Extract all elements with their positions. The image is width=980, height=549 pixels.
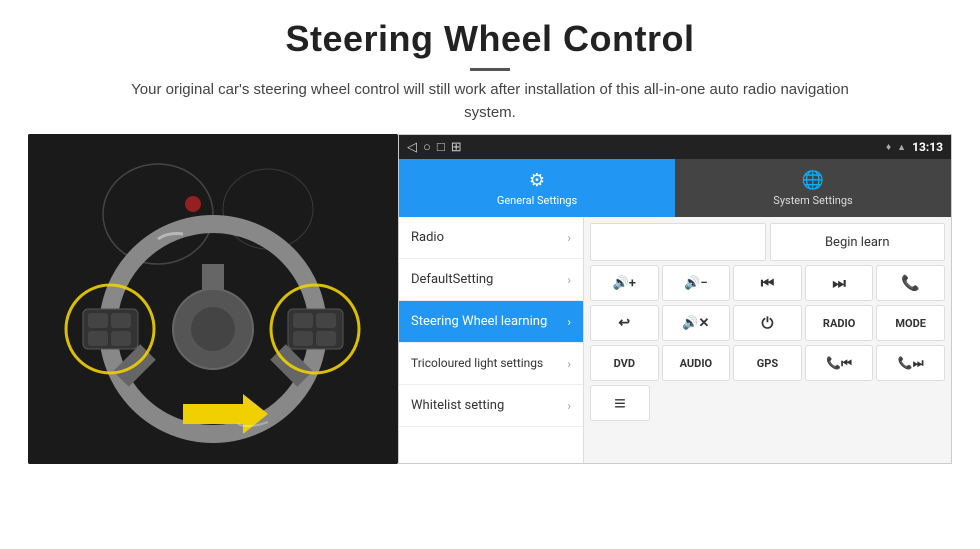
radio-button[interactable]: RADIO bbox=[805, 305, 874, 341]
signal-icon: ▲ bbox=[897, 142, 906, 153]
gps-label: GPS bbox=[757, 357, 778, 370]
prev-track-icon: ⏮ bbox=[761, 274, 775, 292]
nav-icons: ◁ ○ □ ⊞ bbox=[407, 139, 462, 155]
power-icon: ⏻ bbox=[762, 314, 774, 332]
page-title: Steering Wheel Control bbox=[40, 18, 940, 60]
gps-button[interactable]: GPS bbox=[733, 345, 802, 381]
menu-default-label: DefaultSetting bbox=[411, 272, 493, 287]
mute-button[interactable]: 🔊✕ bbox=[662, 305, 731, 341]
prev-track-button[interactable]: ⏮ bbox=[733, 265, 802, 301]
tab-bar: ⚙ General Settings 🌐 System Settings bbox=[399, 159, 951, 217]
vol-down-icon: 🔊− bbox=[684, 276, 707, 291]
phone-prev-icon: 📞⏮ bbox=[826, 356, 852, 371]
steering-wheel-svg bbox=[28, 134, 398, 464]
power-button[interactable]: ⏻ bbox=[733, 305, 802, 341]
tab-general[interactable]: ⚙ General Settings bbox=[399, 159, 675, 217]
right-controls: Begin learn 🔊+ 🔊− ⏮ bbox=[584, 217, 951, 463]
subtitle: Your original car's steering wheel contr… bbox=[130, 79, 850, 124]
begin-learn-button[interactable]: Begin learn bbox=[770, 223, 946, 261]
menu-radio-label: Radio bbox=[411, 230, 444, 245]
tab-system-label: System Settings bbox=[773, 194, 852, 207]
menu-item-default[interactable]: DefaultSetting › bbox=[399, 259, 583, 301]
nav-back-icon[interactable]: ◁ bbox=[407, 140, 417, 155]
mode-button[interactable]: MODE bbox=[876, 305, 945, 341]
radio-label: RADIO bbox=[823, 317, 855, 330]
content-section: ◁ ○ □ ⊞ ♦ ▲ 13:13 ⚙ General Settings bbox=[0, 134, 980, 549]
nav-menu-icon[interactable]: ⊞ bbox=[451, 140, 462, 155]
dvd-label: DVD bbox=[614, 357, 635, 370]
gps-icon: ♦ bbox=[886, 142, 891, 153]
audio-label: AUDIO bbox=[680, 357, 713, 370]
menu-item-whitelist[interactable]: Whitelist setting › bbox=[399, 385, 583, 427]
call-end-button[interactable]: ↩ bbox=[590, 305, 659, 341]
left-menu: Radio › DefaultSetting › Steering Wheel … bbox=[399, 217, 584, 463]
phone-next-button[interactable]: 📞⏭ bbox=[876, 345, 945, 381]
car-image-container bbox=[28, 134, 398, 464]
android-panel: ◁ ○ □ ⊞ ♦ ▲ 13:13 ⚙ General Settings bbox=[398, 134, 952, 464]
list-button[interactable]: ≡ bbox=[590, 385, 650, 421]
phone-next-icon: 📞⏭ bbox=[898, 356, 924, 371]
empty-input-box bbox=[590, 223, 766, 261]
media-controls-row4: ≡ bbox=[590, 385, 945, 421]
menu-steering-label: Steering Wheel learning bbox=[411, 314, 547, 329]
car-image bbox=[28, 134, 398, 464]
nav-recent-icon[interactable]: □ bbox=[437, 139, 445, 155]
menu-tricoloured-label: Tricoloured light settings bbox=[411, 356, 543, 370]
system-settings-icon: 🌐 bbox=[802, 170, 824, 191]
clock: 13:13 bbox=[912, 140, 943, 154]
media-controls-row2: ↩ 🔊✕ ⏻ RADIO MODE bbox=[590, 305, 945, 341]
chevron-icon: › bbox=[567, 399, 571, 413]
audio-button[interactable]: AUDIO bbox=[662, 345, 731, 381]
general-settings-icon: ⚙ bbox=[529, 170, 545, 191]
menu-whitelist-label: Whitelist setting bbox=[411, 398, 504, 413]
vol-down-button[interactable]: 🔊− bbox=[662, 265, 731, 301]
title-divider bbox=[470, 68, 510, 71]
chevron-icon: › bbox=[567, 357, 571, 371]
next-track-button[interactable]: ⏭ bbox=[805, 265, 874, 301]
menu-item-radio[interactable]: Radio › bbox=[399, 217, 583, 259]
main-content: Radio › DefaultSetting › Steering Wheel … bbox=[399, 217, 951, 463]
menu-item-steering[interactable]: Steering Wheel learning › bbox=[399, 301, 583, 343]
chevron-icon: › bbox=[567, 273, 571, 287]
tab-system[interactable]: 🌐 System Settings bbox=[675, 159, 951, 217]
media-controls-row3: DVD AUDIO GPS 📞⏮ 📞⏭ bbox=[590, 345, 945, 381]
status-bar: ◁ ○ □ ⊞ ♦ ▲ 13:13 bbox=[399, 135, 951, 159]
media-controls-row1: 🔊+ 🔊− ⏮ ⏭ 📞 bbox=[590, 265, 945, 301]
next-track-icon: ⏭ bbox=[832, 274, 846, 292]
chevron-icon: › bbox=[567, 315, 571, 329]
mute-icon: 🔊✕ bbox=[682, 316, 709, 331]
list-icon: ≡ bbox=[614, 391, 626, 416]
vol-up-icon: 🔊+ bbox=[613, 276, 636, 291]
chevron-icon: › bbox=[567, 231, 571, 245]
mode-label: MODE bbox=[895, 317, 926, 330]
menu-item-tricoloured[interactable]: Tricoloured light settings › bbox=[399, 343, 583, 385]
call-end-icon: ↩ bbox=[618, 315, 630, 331]
dvd-button[interactable]: DVD bbox=[590, 345, 659, 381]
nav-home-icon[interactable]: ○ bbox=[423, 139, 431, 155]
header-section: Steering Wheel Control Your original car… bbox=[0, 0, 980, 134]
vol-up-button[interactable]: 🔊+ bbox=[590, 265, 659, 301]
phone-button[interactable]: 📞 bbox=[876, 265, 945, 301]
phone-icon: 📞 bbox=[901, 274, 920, 292]
tab-general-label: General Settings bbox=[497, 194, 577, 207]
page-wrapper: Steering Wheel Control Your original car… bbox=[0, 0, 980, 549]
phone-prev-button[interactable]: 📞⏮ bbox=[805, 345, 874, 381]
status-right: ♦ ▲ 13:13 bbox=[886, 140, 943, 154]
top-controls-row: Begin learn bbox=[590, 223, 945, 261]
